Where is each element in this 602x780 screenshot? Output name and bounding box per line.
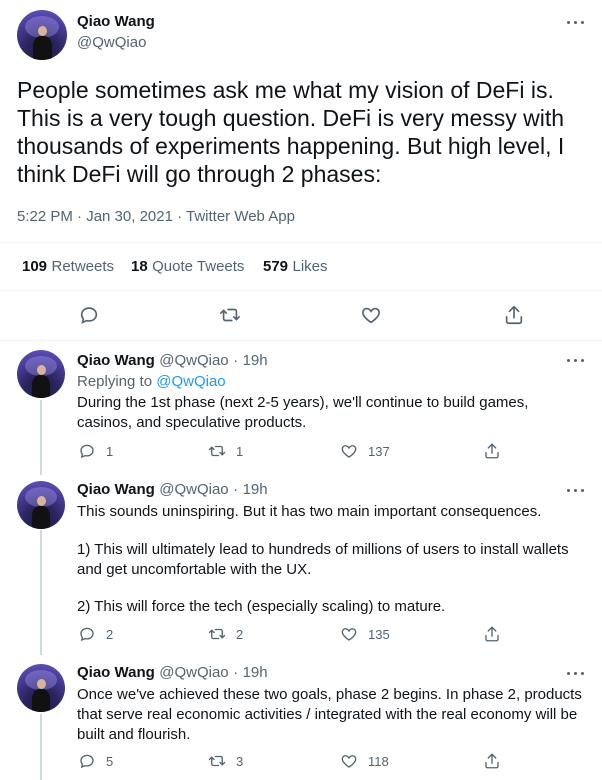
avatar[interactable] xyxy=(17,481,65,529)
reply-text-paragraph: This sounds uninspiring. But it has two … xyxy=(77,503,542,520)
share-button[interactable] xyxy=(503,304,525,331)
reply-header: Qiao Wang @QwQiao · 19h xyxy=(77,352,268,369)
replying-to-link[interactable]: @QwQiao xyxy=(156,373,225,390)
retweet-button[interactable] xyxy=(218,304,242,331)
reply-icon xyxy=(80,307,98,324)
like-icon xyxy=(341,628,357,641)
reply-button[interactable]: 5 xyxy=(78,752,113,770)
reply-icon xyxy=(80,444,94,459)
thread-line xyxy=(40,530,42,655)
retweet-button[interactable]: 3 xyxy=(208,752,243,770)
avatar[interactable] xyxy=(17,10,67,60)
avatar[interactable] xyxy=(17,350,65,398)
more-options-icon[interactable] xyxy=(566,17,586,27)
share-icon xyxy=(485,443,499,459)
like-icon xyxy=(341,755,357,768)
retweet-icon xyxy=(220,308,240,322)
share-button[interactable] xyxy=(483,625,501,643)
retweet-button[interactable]: 1 xyxy=(208,442,243,460)
like-icon xyxy=(341,445,357,458)
reply-button[interactable] xyxy=(78,304,100,331)
author-name[interactable]: Qiao Wang xyxy=(77,13,155,30)
reply-button[interactable]: 2 xyxy=(78,625,113,643)
thread-line xyxy=(40,400,42,475)
retweet-count: 2 xyxy=(236,626,244,642)
like-count: 135 xyxy=(368,626,390,642)
retweet-icon xyxy=(208,445,226,457)
likes-stat[interactable]: 579 Likes xyxy=(263,258,328,276)
author-handle[interactable]: @QwQiao xyxy=(159,352,228,369)
reply-header: Qiao Wang @QwQiao · 19h xyxy=(77,664,268,681)
like-button[interactable]: 135 xyxy=(340,625,390,643)
reply-icon xyxy=(80,754,94,769)
reply-icon xyxy=(80,627,94,642)
more-options-icon[interactable] xyxy=(566,668,586,678)
reply-text: During the 1st phase (next 2-5 years), w… xyxy=(77,394,529,431)
share-icon xyxy=(485,626,499,642)
author-handle[interactable]: @QwQiao xyxy=(159,481,228,498)
retweet-icon xyxy=(208,755,226,767)
retweet-button[interactable]: 2 xyxy=(208,625,243,643)
quote-tweets-stat[interactable]: 18 Quote Tweets xyxy=(131,258,244,276)
like-icon xyxy=(362,307,380,324)
reply-text-paragraph: 2) This will force the tech (especially … xyxy=(77,598,446,615)
replying-to: Replying to @QwQiao xyxy=(77,373,226,390)
more-options-icon[interactable] xyxy=(566,485,586,495)
author-handle[interactable]: @QwQiao xyxy=(77,34,146,51)
author-name[interactable]: Qiao Wang xyxy=(77,664,155,681)
reply-text: Once we've achieved these two goals, pha… xyxy=(77,686,582,743)
share-button[interactable] xyxy=(483,752,501,770)
reply-text-paragraph: 1) This will ultimately lead to hundreds… xyxy=(77,541,569,578)
retweet-count: 3 xyxy=(236,753,244,769)
tweet-timestamp[interactable]: 5:22 PM · Jan 30, 2021 · Twitter Web App xyxy=(17,208,295,225)
thread-line xyxy=(40,714,42,780)
divider xyxy=(0,242,602,243)
retweet-icon xyxy=(208,628,226,640)
author-handle[interactable]: @QwQiao xyxy=(159,664,228,681)
share-button[interactable] xyxy=(483,442,501,460)
share-icon xyxy=(485,753,499,769)
avatar[interactable] xyxy=(17,664,65,712)
reply-button[interactable]: 1 xyxy=(78,442,113,460)
reply-count: 2 xyxy=(106,626,114,642)
reply-count: 5 xyxy=(106,753,114,769)
like-button[interactable]: 118 xyxy=(340,752,389,770)
reply-time[interactable]: 19h xyxy=(243,481,268,498)
author-name[interactable]: Qiao Wang xyxy=(77,481,155,498)
retweets-stat[interactable]: 109 Retweets xyxy=(22,258,114,276)
more-options-icon[interactable] xyxy=(566,355,586,365)
reply-time[interactable]: 19h xyxy=(243,664,268,681)
like-button[interactable]: 137 xyxy=(340,442,390,460)
like-count: 137 xyxy=(368,443,390,459)
reply-time[interactable]: 19h xyxy=(243,352,268,369)
tweet-text: People sometimes ask me what my vision o… xyxy=(17,77,565,187)
tweet-thread: Qiao Wang @QwQiao People sometimes ask m… xyxy=(0,0,602,780)
like-button[interactable] xyxy=(360,304,382,331)
like-count: 118 xyxy=(368,753,389,769)
retweet-count: 1 xyxy=(236,443,244,459)
reply-count: 1 xyxy=(106,443,114,459)
divider xyxy=(0,290,602,291)
share-icon xyxy=(505,305,523,325)
reply-header: Qiao Wang @QwQiao · 19h xyxy=(77,481,268,498)
author-name[interactable]: Qiao Wang xyxy=(77,352,155,369)
divider xyxy=(0,340,602,341)
